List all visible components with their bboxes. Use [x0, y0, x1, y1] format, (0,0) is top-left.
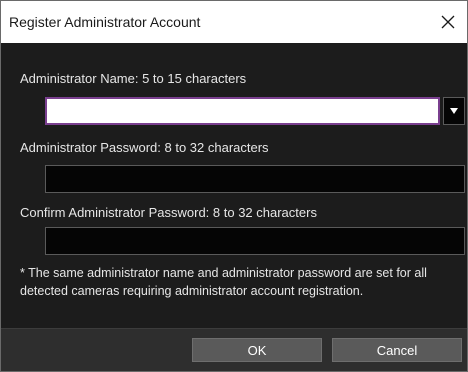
- caret-down-icon: [450, 108, 458, 114]
- confirm-password-label: Confirm Administrator Password: 8 to 32 …: [20, 205, 317, 220]
- close-button[interactable]: [433, 7, 463, 37]
- ok-button[interactable]: OK: [192, 338, 322, 362]
- cancel-button[interactable]: Cancel: [332, 338, 462, 362]
- admin-name-dropdown-button[interactable]: [443, 97, 465, 125]
- title-bar: Register Administrator Account: [1, 1, 467, 43]
- admin-name-input[interactable]: [45, 97, 440, 125]
- admin-password-label: Administrator Password: 8 to 32 characte…: [20, 140, 269, 155]
- dialog-footer: OK Cancel: [1, 328, 467, 371]
- dialog-title: Register Administrator Account: [9, 14, 201, 30]
- register-admin-dialog: Register Administrator Account Administr…: [0, 0, 468, 372]
- confirm-password-input[interactable]: [45, 227, 465, 255]
- close-icon: [441, 15, 455, 29]
- admin-password-input[interactable]: [45, 165, 465, 193]
- registration-note: * The same administrator name and admini…: [20, 266, 427, 298]
- admin-name-label: Administrator Name: 5 to 15 characters: [20, 71, 247, 86]
